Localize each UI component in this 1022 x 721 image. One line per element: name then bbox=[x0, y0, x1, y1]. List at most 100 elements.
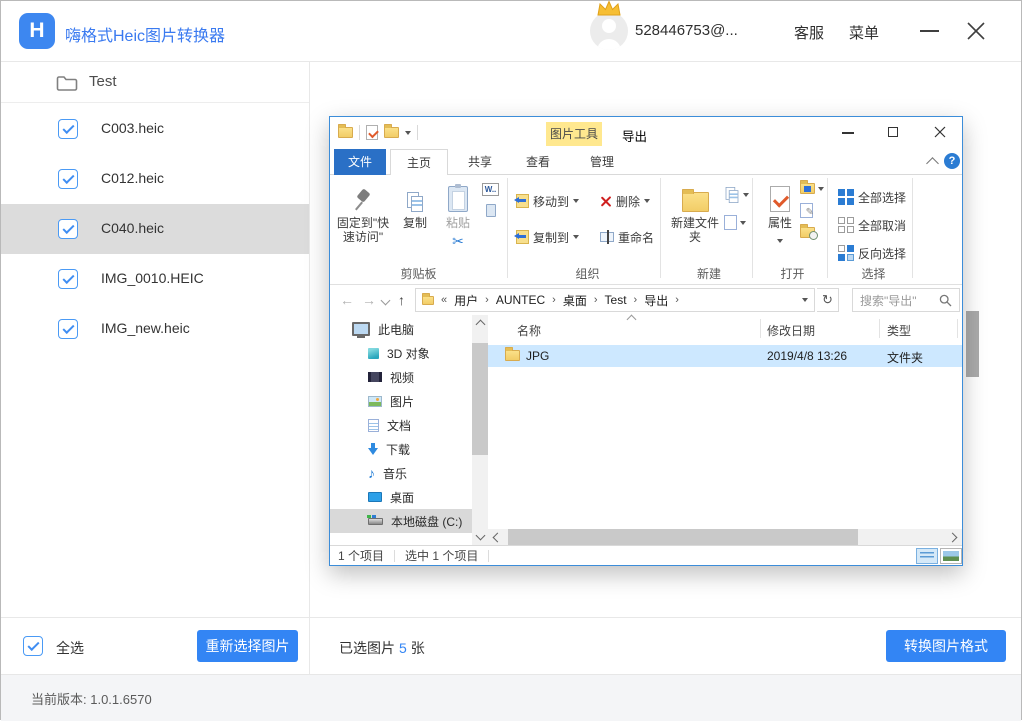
search-input[interactable]: 搜索"导出" bbox=[852, 288, 960, 312]
tab-share[interactable]: 共享 bbox=[452, 149, 508, 175]
app-scrollbar-thumb[interactable] bbox=[966, 311, 979, 377]
tab-file[interactable]: 文件 bbox=[334, 149, 386, 175]
close-button[interactable] bbox=[964, 19, 988, 43]
tree-scrollbar-thumb[interactable] bbox=[472, 343, 488, 455]
refresh-button[interactable]: ↻ bbox=[817, 288, 839, 312]
file-item[interactable]: C003.heic bbox=[1, 104, 309, 154]
column-separator[interactable] bbox=[957, 319, 958, 338]
select-all-button[interactable]: 全部选择 bbox=[838, 185, 906, 209]
tab-view[interactable]: 查看 bbox=[510, 149, 566, 175]
address-breadcrumb[interactable]: « 用户 › AUNTEC › 桌面 › Test › 导出 › bbox=[415, 288, 815, 312]
tree-item-pictures[interactable]: 图片 bbox=[330, 389, 472, 413]
properties-qat-icon[interactable] bbox=[366, 125, 378, 140]
properties-button[interactable]: 属性 bbox=[760, 180, 800, 246]
scroll-down-icon[interactable] bbox=[476, 531, 486, 541]
tree-scrollbar[interactable] bbox=[472, 315, 488, 545]
tree-item-this-pc[interactable]: 此电脑 bbox=[330, 317, 472, 341]
folder-icon[interactable] bbox=[338, 127, 353, 138]
rename-button[interactable]: 重命名 bbox=[600, 225, 654, 249]
new-folder-qat-icon[interactable] bbox=[384, 127, 399, 138]
file-item[interactable]: IMG_0010.HEIC bbox=[1, 254, 309, 304]
column-separator[interactable] bbox=[760, 319, 761, 338]
file-checkbox[interactable] bbox=[58, 319, 78, 339]
tree-item-music[interactable]: ♪音乐 bbox=[330, 461, 472, 485]
file-item-selected[interactable]: C040.heic bbox=[1, 204, 309, 254]
column-header-type[interactable]: 类型 bbox=[887, 322, 911, 339]
dropdown-icon bbox=[777, 239, 783, 243]
open-icon[interactable] bbox=[800, 183, 815, 194]
menu-link[interactable]: 菜单 bbox=[849, 22, 879, 43]
convert-format-button[interactable]: 转换图片格式 bbox=[886, 630, 1006, 662]
recent-locations-icon[interactable] bbox=[381, 296, 391, 306]
breadcrumb-desktop[interactable]: 桌面 bbox=[563, 292, 587, 309]
tree-item-3d-objects[interactable]: 3D 对象 bbox=[330, 341, 472, 365]
tree-item-videos[interactable]: 视频 bbox=[330, 365, 472, 389]
details-view-button[interactable] bbox=[916, 548, 938, 564]
select-all-checkbox[interactable] bbox=[23, 636, 43, 656]
invert-selection-button[interactable]: 反向选择 bbox=[838, 241, 906, 265]
address-dropdown-icon[interactable] bbox=[802, 298, 808, 302]
breadcrumb-test[interactable]: Test bbox=[605, 293, 627, 307]
tree-item-desktop[interactable]: 桌面 bbox=[330, 485, 472, 509]
delete-button[interactable]: 删除 bbox=[600, 189, 650, 213]
list-row-jpg-folder[interactable]: JPG 2019/4/8 13:26 文件夹 bbox=[488, 345, 962, 367]
support-link[interactable]: 客服 bbox=[794, 22, 824, 43]
picture-tools-contextual-tab[interactable]: 图片工具 bbox=[546, 122, 602, 146]
new-item-icon[interactable] bbox=[726, 187, 739, 203]
cut-icon[interactable]: ✂ bbox=[452, 233, 464, 249]
tree-item-documents[interactable]: 文档 bbox=[330, 413, 472, 437]
help-icon[interactable]: ? bbox=[944, 153, 960, 169]
explorer-minimize-button[interactable] bbox=[842, 132, 854, 134]
breadcrumb-export[interactable]: 导出 bbox=[644, 292, 668, 309]
file-checkbox[interactable] bbox=[58, 169, 78, 189]
scroll-left-icon[interactable] bbox=[493, 533, 503, 543]
paste-button[interactable]: 粘贴 ✂ bbox=[436, 180, 480, 249]
file-checkbox[interactable] bbox=[58, 119, 78, 139]
reselect-images-button[interactable]: 重新选择图片 bbox=[197, 630, 298, 662]
history-icon[interactable] bbox=[800, 227, 815, 238]
tab-manage[interactable]: 管理 bbox=[574, 149, 630, 175]
folder-header[interactable]: Test bbox=[1, 62, 309, 103]
explorer-maximize-button[interactable] bbox=[888, 127, 898, 137]
user-avatar[interactable] bbox=[590, 12, 628, 50]
version-text: 当前版本: 1.0.1.6570 bbox=[31, 689, 152, 708]
scroll-up-icon[interactable] bbox=[476, 320, 486, 330]
column-header-date[interactable]: 修改日期 bbox=[767, 322, 815, 339]
tree-item-local-disk-c[interactable]: 本地磁盘 (C:) bbox=[330, 509, 472, 533]
breadcrumb-auntec[interactable]: AUNTEC bbox=[496, 293, 545, 307]
column-separator[interactable] bbox=[879, 319, 880, 338]
thumbnail-view-button[interactable] bbox=[940, 548, 962, 564]
copy-to-button[interactable]: 复制到 bbox=[516, 225, 579, 249]
collapse-ribbon-icon[interactable] bbox=[926, 157, 939, 170]
minimize-button[interactable] bbox=[920, 30, 939, 32]
edit-icon[interactable]: ✎ bbox=[800, 203, 813, 218]
tree-item-downloads[interactable]: 下载 bbox=[330, 437, 472, 461]
explorer-close-button[interactable] bbox=[934, 126, 946, 138]
back-icon[interactable]: ← bbox=[340, 292, 354, 308]
paste-shortcut-icon[interactable] bbox=[486, 204, 496, 217]
column-header-name[interactable]: 名称 bbox=[517, 322, 541, 339]
account-id[interactable]: 528446753@... bbox=[635, 22, 738, 39]
breadcrumb-users[interactable]: 用户 bbox=[454, 292, 478, 309]
up-icon[interactable]: ↑ bbox=[398, 292, 405, 308]
copy-button[interactable]: 复制 bbox=[394, 180, 436, 230]
new-folder-button[interactable]: 新建文件夹 bbox=[668, 180, 722, 244]
horizontal-scrollbar-thumb[interactable] bbox=[508, 529, 858, 545]
pin-to-quick-access-button[interactable]: 固定到"快速访问" bbox=[334, 180, 392, 244]
file-item[interactable]: C012.heic bbox=[1, 154, 309, 204]
file-item[interactable]: IMG_new.heic bbox=[1, 304, 309, 354]
explorer-titlebar[interactable]: 图片工具 导出 bbox=[330, 117, 962, 149]
select-none-button[interactable]: 全部取消 bbox=[838, 213, 906, 237]
file-checkbox[interactable] bbox=[58, 269, 78, 289]
easy-access-icon[interactable] bbox=[724, 215, 737, 230]
scroll-right-icon[interactable] bbox=[948, 533, 958, 543]
tab-home[interactable]: 主页 bbox=[390, 149, 448, 175]
forward-icon[interactable]: → bbox=[362, 292, 376, 308]
copy-path-icon[interactable]: W.. bbox=[482, 183, 499, 196]
qat-dropdown-icon[interactable] bbox=[405, 131, 411, 135]
refresh-icon: ↻ bbox=[822, 292, 833, 308]
move-to-button[interactable]: 移动到 bbox=[516, 189, 579, 213]
file-checkbox[interactable] bbox=[58, 219, 78, 239]
list-horizontal-scrollbar[interactable] bbox=[488, 529, 962, 545]
dropdown-icon bbox=[740, 221, 746, 225]
